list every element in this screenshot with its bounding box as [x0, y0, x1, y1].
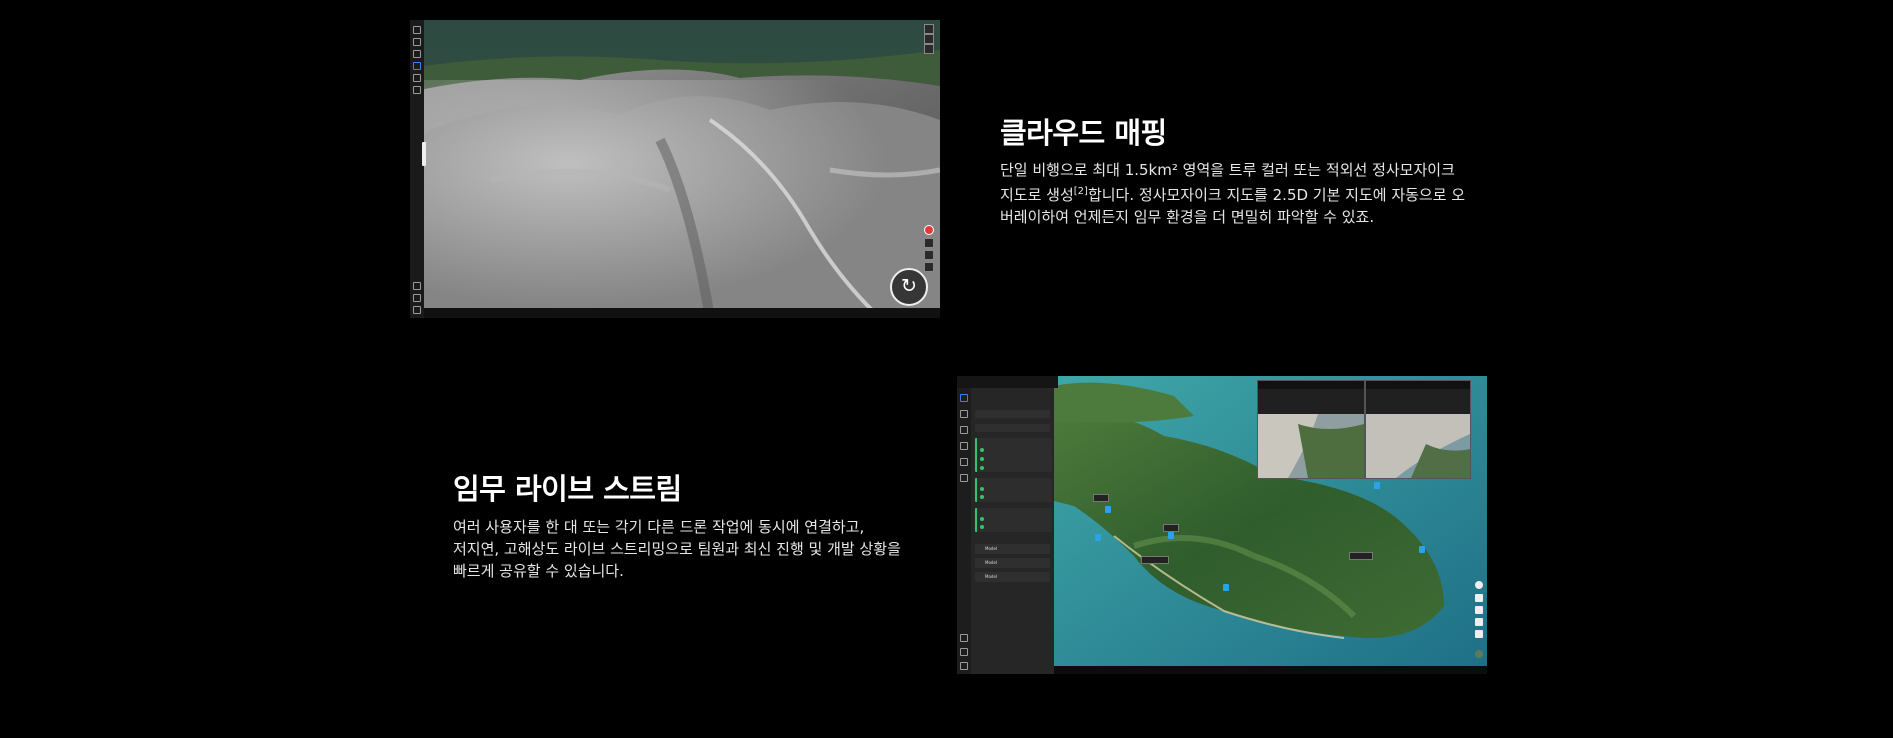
live-stream-title: 임무 라이브 스트림 — [453, 472, 682, 506]
zoom-out-icon[interactable] — [1475, 606, 1483, 614]
drone-marker-icon[interactable] — [1374, 482, 1380, 489]
live-video-window[interactable] — [1365, 380, 1471, 479]
media-icon[interactable] — [960, 442, 968, 450]
zoom-in-icon[interactable] — [924, 238, 934, 248]
grid-icon[interactable] — [413, 294, 421, 302]
video-window-header — [1366, 381, 1470, 389]
panel-header-row — [975, 396, 1050, 404]
footnote-ref[interactable]: [2] — [1074, 186, 1088, 197]
home-icon[interactable] — [413, 38, 421, 46]
live-video-window[interactable] — [1257, 380, 1365, 479]
dock-item-label: Model — [985, 546, 998, 551]
grid-icon[interactable] — [960, 648, 968, 656]
online-status-icon — [980, 457, 984, 461]
record-icon[interactable] — [924, 225, 934, 235]
online-status-icon — [980, 495, 984, 499]
drone-card[interactable] — [975, 508, 1052, 532]
live-stream-desc-line: 빠르게 공유할 수 있습니다. — [453, 562, 624, 580]
panel-collapse-handle[interactable] — [422, 142, 426, 166]
live-stream-desc-line: 저지연, 고해상도 라이브 스트리밍으로 팀원과 최신 진행 및 개발 상황을 — [453, 540, 901, 558]
cloud-mapping-description: 단일 비행으로 최대 1.5km² 영역을 트루 컬러 또는 적외선 정사모자이… — [1000, 159, 1470, 228]
dock-item[interactable]: Model — [975, 572, 1050, 582]
list-icon[interactable] — [960, 474, 968, 482]
dock-item-label: Model — [985, 574, 998, 579]
panel-section-row[interactable] — [975, 410, 1050, 418]
map-control-icon[interactable] — [924, 24, 934, 34]
drone-marker-icon[interactable] — [1419, 546, 1425, 553]
drone-card[interactable] — [975, 478, 1052, 502]
status-bar — [424, 308, 940, 318]
zoom-in-icon[interactable] — [1475, 594, 1483, 602]
waypoint-tag[interactable] — [1141, 556, 1169, 564]
device-panel: Model Model Model — [971, 376, 1054, 674]
live-stream-desc-line: 여러 사용자를 한 대 또는 각기 다른 드론 작업에 동시에 연결하고, — [453, 518, 865, 536]
online-status-icon — [980, 466, 984, 470]
online-status-icon — [980, 487, 984, 491]
drone-marker-icon[interactable] — [1168, 532, 1174, 539]
refresh-icon: ↻ — [901, 275, 917, 297]
video-telemetry — [1366, 389, 1470, 414]
video-telemetry — [1258, 389, 1364, 414]
drone-marker-icon[interactable] — [1105, 506, 1111, 513]
terrain-3d-view — [410, 20, 940, 318]
waypoint-tag[interactable] — [1349, 552, 1373, 560]
menu-icon[interactable] — [413, 26, 421, 34]
video-feed — [1258, 414, 1364, 478]
logout-icon[interactable] — [413, 306, 421, 314]
dock-item[interactable]: Model — [975, 558, 1050, 568]
online-status-icon — [980, 448, 984, 452]
logout-icon[interactable] — [960, 662, 968, 670]
drone-card[interactable] — [975, 438, 1052, 472]
settings-icon[interactable] — [413, 282, 421, 290]
compass-icon[interactable] — [924, 262, 934, 272]
waypoint-tag[interactable] — [1163, 524, 1179, 532]
drone-marker-icon[interactable] — [1095, 534, 1101, 541]
cloud-mapping-title: 클라우드 매핑 — [1000, 116, 1167, 150]
panel-title-bar — [957, 376, 1058, 388]
settings-icon[interactable] — [960, 426, 968, 434]
left-toolbar — [410, 20, 424, 318]
map-control-icon[interactable] — [1475, 630, 1483, 638]
online-status-icon — [980, 517, 984, 521]
warning-icon[interactable] — [960, 410, 968, 418]
cloud-mapping-screenshot: ↻ — [410, 20, 940, 318]
waypoint-tag[interactable] — [1093, 494, 1109, 502]
video-window-header — [1258, 381, 1364, 389]
refresh-button[interactable]: ↻ — [890, 268, 928, 306]
drone-marker-icon[interactable] — [1223, 584, 1229, 591]
left-toolbar — [957, 376, 971, 674]
menu-icon[interactable] — [960, 394, 968, 402]
video-feed — [1366, 414, 1470, 478]
globe-icon[interactable] — [1475, 650, 1483, 658]
media-icon[interactable] — [413, 74, 421, 82]
list-icon[interactable] — [413, 86, 421, 94]
map-control-icon[interactable] — [1475, 618, 1483, 626]
live-stream-description: 여러 사용자를 한 대 또는 각기 다른 드론 작업에 동시에 연결하고, 저지… — [453, 516, 923, 582]
help-icon[interactable] — [960, 634, 968, 642]
map-control-icon[interactable] — [924, 44, 934, 54]
live-stream-screenshot: Model Model Model — [957, 376, 1487, 674]
map-control-icon[interactable] — [924, 34, 934, 44]
layers-icon[interactable] — [960, 458, 968, 466]
panel-section-row[interactable] — [975, 424, 1050, 432]
dock-item[interactable]: Model — [975, 544, 1050, 554]
online-status-icon — [980, 525, 984, 529]
layers-icon[interactable] — [413, 62, 421, 70]
status-bar — [1054, 666, 1487, 674]
warning-icon[interactable] — [413, 50, 421, 58]
dock-item-label: Model — [985, 560, 998, 565]
zoom-out-icon[interactable] — [924, 250, 934, 260]
compass-icon[interactable] — [1475, 581, 1483, 589]
